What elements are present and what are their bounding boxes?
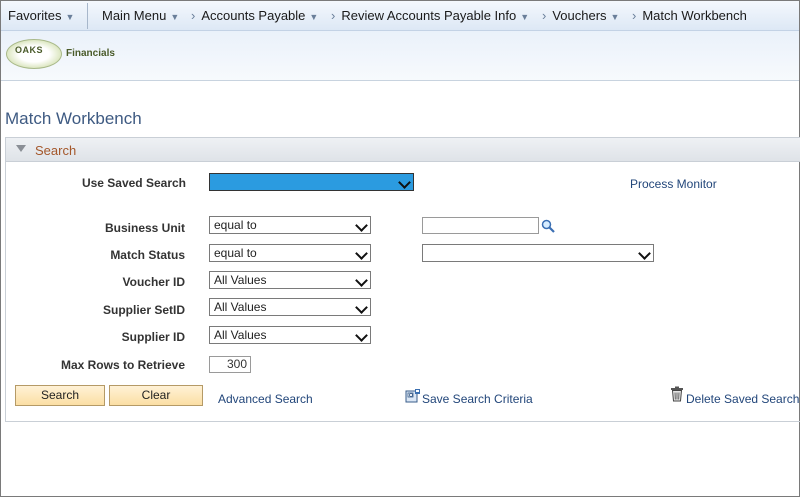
nav-accounts-payable[interactable]: › Accounts Payable ▼ — [191, 1, 318, 31]
logo-suffix: Financials — [66, 48, 115, 59]
clear-button[interactable]: Clear — [109, 385, 203, 406]
match-status-label: Match Status — [110, 248, 185, 262]
saved-search-select[interactable] — [209, 173, 414, 191]
chevron-down-icon: ▼ — [610, 12, 620, 22]
dropdown-arrow-icon — [397, 174, 413, 190]
chevron-down-icon: ▼ — [170, 12, 180, 22]
chevron-down-icon: ▼ — [520, 12, 530, 22]
max-rows-label: Max Rows to Retrieve — [60, 358, 185, 372]
delete-saved-search-link[interactable]: Delete Saved Search — [686, 392, 799, 406]
save-search-criteria-link[interactable]: Save Search Criteria — [422, 392, 533, 406]
nav-review-ap-info[interactable]: › Review Accounts Payable Info ▼ — [331, 1, 529, 31]
nav-divider — [87, 3, 88, 29]
branding-bar: OAKS Financials — [1, 31, 799, 81]
process-monitor-link[interactable]: Process Monitor — [630, 177, 717, 191]
nav-favorites[interactable]: Favorites ▼ — [8, 1, 74, 31]
search-button[interactable]: Search — [15, 385, 105, 406]
logo-text: OAKS — [15, 45, 44, 55]
dropdown-arrow-icon — [354, 299, 370, 315]
supplier-setid-operator-value: All Values — [214, 300, 267, 314]
dropdown-arrow-icon — [354, 327, 370, 343]
lookup-magnifier-icon[interactable] — [541, 219, 555, 233]
nav-match-workbench[interactable]: › Match Workbench — [632, 1, 747, 31]
supplier-id-operator-value: All Values — [214, 328, 267, 342]
trash-icon[interactable] — [670, 386, 684, 402]
chevron-down-icon: ▼ — [65, 12, 75, 22]
business-unit-input[interactable] — [422, 217, 539, 234]
business-unit-operator-value: equal to — [214, 218, 257, 232]
nav-main-menu[interactable]: Main Menu ▼ — [102, 1, 179, 31]
nav-bar: Favorites ▼ Main Menu ▼ › Accounts Payable ▼… — [1, 1, 799, 31]
nav-review-ap-info-label: Review Accounts Payable Info — [341, 8, 517, 23]
collapse-triangle-icon — [16, 145, 26, 152]
supplier-id-operator-select[interactable]: All Values — [209, 326, 371, 344]
breadcrumb-separator-icon: › — [331, 8, 336, 23]
save-search-icon[interactable] — [405, 388, 421, 404]
page-title: Match Workbench — [5, 109, 142, 128]
business-unit-label: Business Unit — [104, 221, 185, 235]
max-rows-input[interactable]: 300 — [209, 356, 251, 373]
saved-search-label: Use Saved Search — [81, 176, 186, 190]
nav-vouchers-label: Vouchers — [552, 8, 607, 23]
search-panel-title: Search — [35, 143, 77, 158]
dropdown-arrow-icon — [354, 272, 370, 288]
voucher-id-operator-value: All Values — [214, 273, 267, 287]
dropdown-arrow-icon — [354, 217, 370, 233]
match-status-operator-value: equal to — [214, 246, 257, 260]
match-status-value-select[interactable] — [422, 244, 654, 262]
advanced-search-link[interactable]: Advanced Search — [218, 392, 313, 406]
supplier-setid-operator-select[interactable]: All Values — [209, 298, 371, 316]
nav-main-menu-label: Main Menu — [102, 8, 167, 23]
breadcrumb-separator-icon: › — [542, 8, 547, 23]
voucher-id-label: Voucher ID — [122, 275, 185, 289]
breadcrumb-separator-icon: › — [632, 8, 637, 23]
chevron-down-icon: ▼ — [309, 12, 319, 22]
supplier-setid-label: Supplier SetID — [102, 303, 185, 317]
search-panel-header[interactable]: Search — [6, 138, 800, 162]
nav-accounts-payable-label: Accounts Payable — [201, 8, 306, 23]
dropdown-arrow-icon — [637, 245, 653, 261]
dropdown-arrow-icon — [354, 245, 370, 261]
nav-match-workbench-label: Match Workbench — [642, 8, 747, 23]
supplier-id-label: Supplier ID — [121, 330, 185, 344]
nav-vouchers[interactable]: › Vouchers ▼ — [542, 1, 619, 31]
nav-favorites-label: Favorites — [8, 8, 62, 23]
breadcrumb-separator-icon: › — [191, 8, 196, 23]
voucher-id-operator-select[interactable]: All Values — [209, 271, 371, 289]
match-status-operator-select[interactable]: equal to — [209, 244, 371, 262]
business-unit-operator-select[interactable]: equal to — [209, 216, 371, 234]
